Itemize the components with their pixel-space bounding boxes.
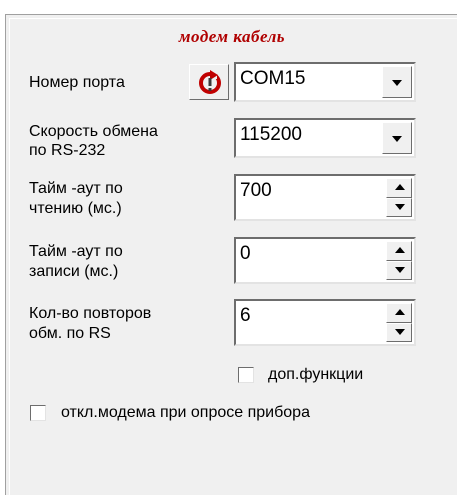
retries-spin-buttons (386, 303, 412, 342)
arrow-down-icon (395, 266, 405, 273)
arrow-down-icon (395, 203, 405, 210)
retries-label-line2: обм. по RS (29, 325, 111, 342)
retries-label-line1: Кол-во повторов (29, 305, 152, 322)
extra-functions-checkbox[interactable] (238, 367, 254, 383)
port-label: Номер порта (29, 74, 125, 91)
read-timeout-down-button[interactable] (386, 197, 412, 217)
speed-dropdown-button[interactable] (382, 122, 412, 154)
arrow-down-icon (395, 328, 405, 335)
write-timeout-down-button[interactable] (386, 260, 412, 280)
arrow-up-icon (395, 184, 405, 190)
retries-up-button[interactable] (386, 303, 412, 323)
read-timeout-spinner[interactable]: 700 (234, 174, 416, 221)
write-timeout-up-button[interactable] (386, 241, 412, 261)
read-timeout-value: 700 (240, 180, 272, 201)
refresh-icon (199, 70, 221, 94)
port-select[interactable]: COM15 (234, 62, 416, 102)
write-timeout-spin-buttons (386, 241, 412, 280)
port-select-value: COM15 (240, 68, 306, 89)
extra-functions-label[interactable]: доп.функции (268, 365, 363, 385)
read-timeout-label-line1: Тайм -аут по (29, 180, 123, 197)
modem-off-label[interactable]: откл.модема при опросе прибора (61, 403, 310, 423)
panel-title: модем кабель (178, 27, 286, 46)
write-timeout-label-line2: записи (мс.) (29, 263, 119, 280)
retries-spinner[interactable]: 6 (234, 299, 416, 346)
refresh-port-button[interactable] (189, 64, 229, 100)
write-timeout-spinner[interactable]: 0 (234, 237, 416, 284)
read-timeout-up-button[interactable] (386, 178, 412, 198)
arrow-up-icon (395, 247, 405, 253)
write-timeout-value: 0 (240, 243, 251, 264)
modem-off-checkbox[interactable] (30, 405, 46, 421)
read-timeout-label-line2: чтению (мс.) (29, 200, 122, 217)
chevron-down-icon (392, 80, 402, 86)
port-dropdown-button[interactable] (382, 66, 412, 98)
write-timeout-label-line1: Тайм -аут по (29, 243, 123, 260)
read-timeout-spin-buttons (386, 178, 412, 217)
speed-select[interactable]: 115200 (234, 118, 416, 158)
retries-down-button[interactable] (386, 322, 412, 342)
retries-value: 6 (240, 305, 251, 326)
speed-select-value: 115200 (240, 124, 302, 145)
arrow-up-icon (395, 309, 405, 315)
chevron-down-icon (392, 136, 402, 142)
modem-cable-panel: модем кабель Номер порта COM15 Скорость … (5, 14, 457, 495)
speed-label-line1: Скорость обмена (29, 123, 158, 140)
speed-label-line2: по RS-232 (29, 142, 106, 159)
